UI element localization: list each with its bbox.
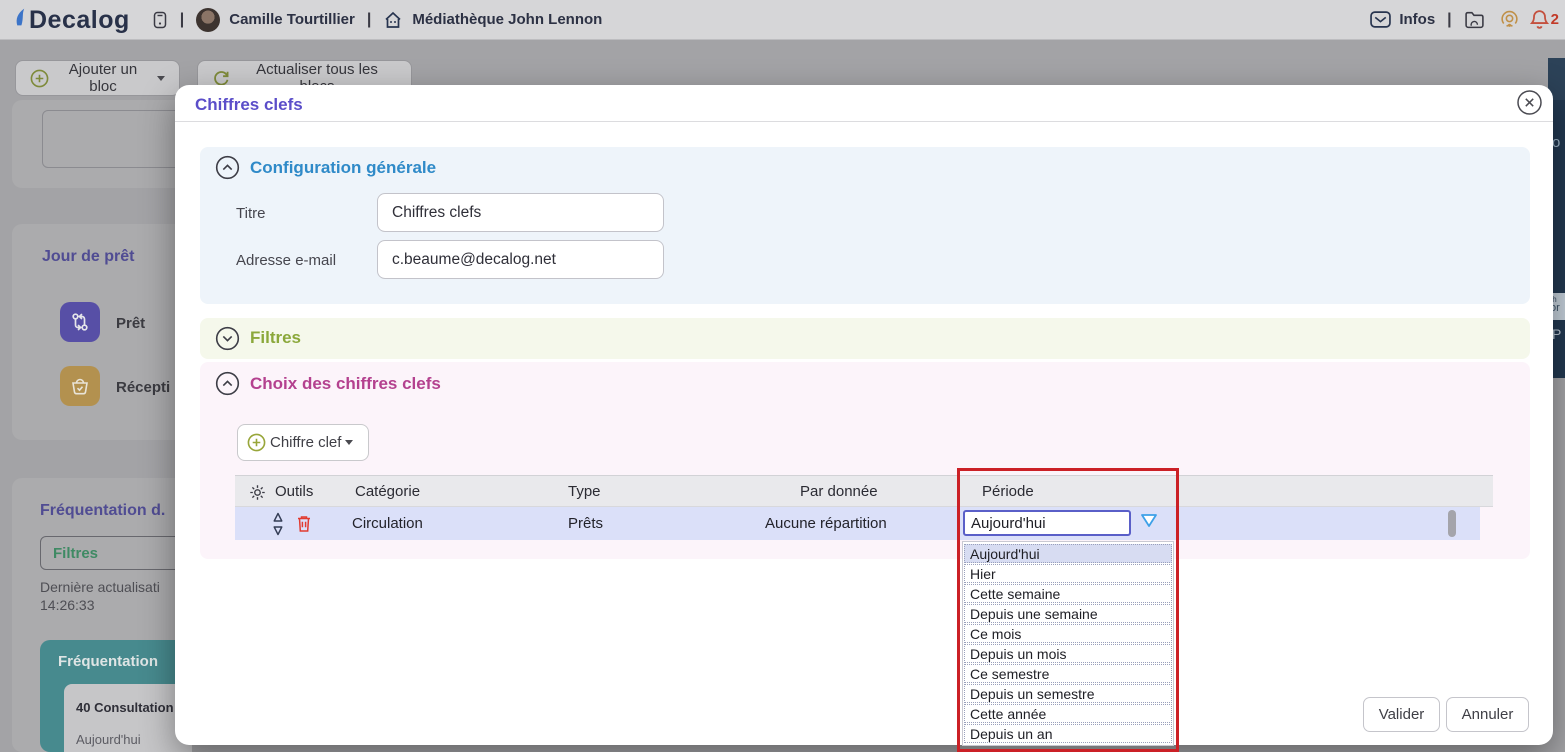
column-outils: Outils bbox=[275, 483, 314, 500]
column-par-donnee: Par donnée bbox=[800, 483, 878, 500]
title-input[interactable] bbox=[377, 193, 664, 232]
section-key-figures-choice: Choix des chiffres clefs Chiffre clef Ou… bbox=[200, 362, 1530, 559]
email-field-label: Adresse e-mail bbox=[236, 252, 337, 269]
email-input[interactable] bbox=[377, 240, 664, 279]
logo-text: Decalog bbox=[29, 6, 130, 34]
table-header: Outils Catégorie Type Par donnée Période bbox=[235, 475, 1493, 507]
device-icon[interactable] bbox=[152, 10, 168, 30]
row-par-donnee: Aucune répartition bbox=[765, 515, 887, 532]
trash-icon[interactable] bbox=[296, 514, 312, 536]
section-general-config: Configuration générale Titre Adresse e-m… bbox=[200, 147, 1530, 304]
add-block-button[interactable]: Ajouter un bloc bbox=[15, 60, 180, 96]
attendance-block: Fréquentation d. Filtres Dernière actual… bbox=[12, 478, 192, 752]
flame-icon bbox=[14, 6, 27, 33]
loan-day-title: Jour de prêt bbox=[42, 248, 135, 265]
folder-icon[interactable] bbox=[1464, 11, 1485, 29]
add-block-label: Ajouter un bloc bbox=[68, 61, 138, 95]
section-choice-title: Choix des chiffres clefs bbox=[250, 374, 441, 393]
attendance-inner-title: Fréquentation bbox=[58, 653, 158, 670]
background-placeholder-box bbox=[42, 110, 190, 168]
right-panel-fragment: P bbox=[1552, 326, 1562, 342]
application-window: Decalog | Camille Tourtillier | Médiathè… bbox=[0, 0, 1565, 752]
add-key-figure-button[interactable]: Chiffre clef bbox=[237, 424, 369, 461]
table-scrollbar-thumb[interactable] bbox=[1448, 510, 1456, 537]
separator: | bbox=[1447, 10, 1452, 28]
reception-label: Récepti bbox=[116, 379, 171, 396]
loan-label: Prêt bbox=[116, 315, 146, 332]
collapse-up-icon[interactable] bbox=[215, 371, 240, 399]
caret-down-icon bbox=[345, 440, 354, 445]
divider bbox=[175, 121, 1553, 122]
bell-icon[interactable] bbox=[1529, 9, 1549, 30]
loan-day-block: Jour de prêt Prêt Récepti bbox=[12, 224, 192, 440]
attendance-stat-card: 40 Consultation Aujourd'hui bbox=[64, 684, 192, 752]
separator: | bbox=[366, 10, 372, 28]
plus-circle-icon bbox=[247, 433, 266, 452]
collapse-up-icon[interactable] bbox=[215, 155, 240, 183]
modal-title: Chiffres clefs bbox=[195, 95, 303, 114]
mail-icon[interactable] bbox=[1370, 11, 1392, 28]
caret-down-icon bbox=[157, 75, 165, 81]
reception-icon[interactable] bbox=[60, 366, 100, 406]
attendance-teal-card: Fréquentation 40 Consultation Aujourd'hu… bbox=[40, 640, 192, 752]
key-figures-modal: Chiffres clefs Configuration générale Ti… bbox=[175, 85, 1553, 745]
add-key-figure-label: Chiffre clef bbox=[270, 434, 342, 451]
separator: | bbox=[179, 10, 185, 28]
table-row: Circulation Prêts Aucune répartition bbox=[235, 507, 1480, 540]
collapse-down-icon[interactable] bbox=[215, 326, 240, 354]
right-panel-fragment: o bbox=[1552, 134, 1561, 151]
plus-circle-icon bbox=[30, 69, 49, 88]
drag-handle-icon[interactable] bbox=[272, 511, 284, 540]
stat-period: Aujourd'hui bbox=[76, 732, 141, 747]
background-card bbox=[12, 100, 192, 188]
filters-button[interactable]: Filtres bbox=[40, 536, 184, 570]
library-name[interactable]: Médiathèque John Lennon bbox=[412, 11, 602, 28]
gear-icon bbox=[249, 484, 266, 501]
column-type: Type bbox=[568, 483, 601, 500]
loan-icon[interactable] bbox=[60, 302, 100, 342]
infos-label[interactable]: Infos bbox=[1399, 11, 1435, 28]
last-update-time: 14:26:33 bbox=[40, 597, 95, 613]
close-icon[interactable] bbox=[1516, 89, 1543, 116]
library-icon bbox=[383, 11, 403, 29]
section-general-title: Configuration générale bbox=[250, 158, 437, 177]
decalog-logo: Decalog bbox=[14, 6, 130, 33]
user-name[interactable]: Camille Tourtillier bbox=[229, 11, 355, 28]
attendance-title: Fréquentation d. bbox=[40, 502, 166, 519]
validate-button[interactable]: Valider bbox=[1363, 697, 1440, 732]
title-field-label: Titre bbox=[236, 205, 266, 222]
section-filters: Filtres bbox=[200, 318, 1530, 359]
cancel-button[interactable]: Annuler bbox=[1446, 697, 1529, 732]
podcast-icon[interactable] bbox=[1499, 9, 1520, 30]
top-header-bar: Decalog | Camille Tourtillier | Médiathè… bbox=[0, 0, 1565, 40]
row-type: Prêts bbox=[568, 515, 604, 532]
stat-value: 40 Consultation bbox=[76, 700, 174, 715]
notification-count: 2 bbox=[1550, 11, 1559, 28]
section-filters-title: Filtres bbox=[250, 328, 302, 347]
user-avatar[interactable] bbox=[196, 7, 221, 32]
row-categorie: Circulation bbox=[352, 515, 423, 532]
column-categorie: Catégorie bbox=[355, 483, 421, 500]
last-update-text: Dernière actualisati bbox=[40, 579, 160, 595]
highlight-rectangle bbox=[957, 468, 1179, 752]
